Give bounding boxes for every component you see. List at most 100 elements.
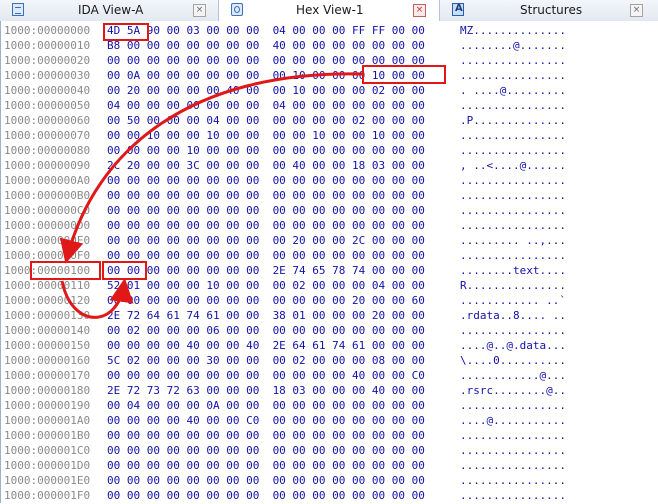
row-ascii[interactable]: ................ [460, 458, 566, 474]
hex-row[interactable]: 1000:000000B0 00 00 00 00 00 00 00 00 00 … [1, 188, 657, 204]
row-hex-bytes[interactable]: 00 00 00 00 00 00 00 00 00 00 00 00 00 0… [107, 428, 425, 444]
row-ascii[interactable]: MZ.............. [460, 23, 566, 39]
row-ascii[interactable]: ................ [460, 173, 566, 189]
row-hex-bytes[interactable]: 00 04 00 00 00 0A 00 00 00 00 00 00 00 0… [107, 398, 425, 414]
hex-row[interactable]: 1000:00000040 00 20 00 00 00 00 40 00 00 … [1, 83, 657, 99]
row-ascii[interactable]: ............ ..` [460, 293, 566, 309]
row-ascii[interactable]: ................ [460, 53, 566, 69]
row-ascii[interactable]: ....@........... [460, 413, 566, 429]
row-hex-bytes[interactable]: 00 00 00 00 00 00 00 00 00 00 00 00 00 0… [107, 173, 425, 189]
close-icon[interactable]: × [630, 4, 643, 17]
tab-ida-view-a[interactable]: IDA View-A × [0, 0, 219, 21]
row-hex-bytes[interactable]: 5C 02 00 00 00 30 00 00 00 02 00 00 00 0… [107, 353, 425, 369]
hex-row[interactable]: 1000:000001C0 00 00 00 00 00 00 00 00 00 … [1, 443, 657, 459]
hex-row[interactable]: 1000:00000000 4D 5A 90 00 03 00 00 00 04 … [1, 23, 657, 39]
hex-row[interactable]: 1000:000001B0 00 00 00 00 00 00 00 00 00 … [1, 428, 657, 444]
tab-hex-view-1[interactable]: Hex View-1 × [219, 0, 440, 22]
row-ascii[interactable]: ................ [460, 323, 566, 339]
hex-row[interactable]: 1000:000000C0 00 00 00 00 00 00 00 00 00 … [1, 203, 657, 219]
row-ascii[interactable]: .rsrc........@.. [460, 383, 566, 399]
row-hex-bytes[interactable]: 2E 72 73 72 63 00 00 00 18 03 00 00 00 4… [107, 383, 425, 399]
hex-row[interactable]: 1000:00000180 2E 72 73 72 63 00 00 00 18 … [1, 383, 657, 399]
hex-row[interactable]: 1000:000001F0 00 00 00 00 00 00 00 00 00 … [1, 488, 657, 504]
hex-row[interactable]: 1000:00000150 00 00 00 00 40 00 00 40 2E … [1, 338, 657, 354]
tab-structures[interactable]: Structures × [440, 0, 658, 21]
hex-row[interactable]: 1000:00000030 00 0A 00 00 00 00 00 00 00 … [1, 68, 657, 84]
row-hex-bytes[interactable]: 4D 5A 90 00 03 00 00 00 04 00 00 00 FF F… [107, 23, 425, 39]
close-icon[interactable]: × [193, 4, 206, 17]
row-ascii[interactable]: ........@....... [460, 38, 566, 54]
hex-view-icon [231, 3, 243, 16]
row-ascii[interactable]: . ....@......... [460, 83, 566, 99]
row-ascii[interactable]: ................ [460, 443, 566, 459]
row-hex-bytes[interactable]: 00 00 00 00 00 00 00 00 00 00 00 00 00 0… [107, 473, 425, 489]
row-address: 1000:000001D0 [4, 459, 91, 472]
hex-row[interactable]: 1000:000000A0 00 00 00 00 00 00 00 00 00 … [1, 173, 657, 189]
row-hex-bytes[interactable]: 00 00 00 00 00 00 00 00 00 00 00 00 00 0… [107, 458, 425, 474]
hex-row[interactable]: 1000:000000E0 00 00 00 00 00 00 00 00 00 … [1, 233, 657, 249]
row-ascii[interactable]: , ..<....@...... [460, 158, 566, 174]
hex-row[interactable]: 1000:000000D0 00 00 00 00 00 00 00 00 00 … [1, 218, 657, 234]
row-ascii[interactable]: ................ [460, 398, 566, 414]
row-hex-bytes[interactable]: 00 00 00 00 00 00 00 00 00 00 00 00 00 0… [107, 248, 425, 264]
row-ascii[interactable]: ................ [460, 68, 566, 84]
row-hex-bytes[interactable]: 00 00 00 00 40 00 00 40 2E 64 61 74 61 0… [107, 338, 425, 354]
row-ascii[interactable]: .P.............. [460, 113, 566, 129]
hex-row[interactable]: 1000:00000060 00 50 00 00 00 04 00 00 00 … [1, 113, 657, 129]
row-hex-bytes[interactable]: 00 00 00 00 40 00 00 C0 00 00 00 00 00 0… [107, 413, 425, 429]
row-hex-bytes[interactable]: B8 00 00 00 00 00 00 00 40 00 00 00 00 0… [107, 38, 425, 54]
hex-row[interactable]: 1000:00000120 00 00 00 00 00 00 00 00 00 … [1, 293, 657, 309]
row-ascii[interactable]: ................ [460, 488, 566, 504]
row-hex-bytes[interactable]: 00 20 00 00 00 00 40 00 00 10 00 00 00 0… [107, 83, 425, 99]
row-hex-bytes[interactable]: 00 00 00 00 00 00 00 00 00 00 00 00 00 0… [107, 203, 425, 219]
row-ascii[interactable]: ................ [460, 248, 566, 264]
close-icon[interactable]: × [413, 4, 426, 17]
row-ascii[interactable]: ................ [460, 218, 566, 234]
row-hex-bytes[interactable]: 2E 72 64 61 74 61 00 00 38 01 00 00 00 2… [107, 308, 425, 324]
hex-row[interactable]: 1000:000001E0 00 00 00 00 00 00 00 00 00 … [1, 473, 657, 489]
row-ascii[interactable]: ................ [460, 428, 566, 444]
row-ascii[interactable]: ........text.... [460, 263, 566, 279]
row-hex-bytes[interactable]: 00 50 00 00 00 04 00 00 00 00 00 00 02 0… [107, 113, 425, 129]
hex-row[interactable]: 1000:00000020 00 00 00 00 00 00 00 00 00 … [1, 53, 657, 69]
hex-row[interactable]: 1000:00000160 5C 02 00 00 00 30 00 00 00 … [1, 353, 657, 369]
row-ascii[interactable]: ............@... [460, 368, 566, 384]
row-ascii[interactable]: ....@..@.data... [460, 338, 566, 354]
row-ascii[interactable]: ................ [460, 188, 566, 204]
row-hex-bytes[interactable]: 00 00 10 00 00 10 00 00 00 00 10 00 00 1… [107, 128, 425, 144]
hex-row[interactable]: 1000:000001A0 00 00 00 00 40 00 00 C0 00 … [1, 413, 657, 429]
hex-row[interactable]: 1000:00000010 B8 00 00 00 00 00 00 00 40 … [1, 38, 657, 54]
row-ascii[interactable]: R............... [460, 278, 566, 294]
hex-row[interactable]: 1000:00000170 00 00 00 00 00 00 00 00 00 … [1, 368, 657, 384]
hex-row[interactable]: 1000:00000080 00 00 00 00 10 00 00 00 00 … [1, 143, 657, 159]
row-hex-bytes[interactable]: 00 00 00 00 00 00 00 00 00 00 00 00 00 0… [107, 218, 425, 234]
row-ascii[interactable]: ................ [460, 128, 566, 144]
row-ascii[interactable]: ......... ..,... [460, 233, 566, 249]
row-ascii[interactable]: .rdata..8.... .. [460, 308, 566, 324]
hex-row[interactable]: 1000:00000190 00 04 00 00 00 0A 00 00 00 … [1, 398, 657, 414]
row-ascii[interactable]: ................ [460, 203, 566, 219]
row-hex-bytes[interactable]: 00 00 00 00 00 00 00 00 00 00 00 00 00 0… [107, 443, 425, 459]
hex-row[interactable]: 1000:000001D0 00 00 00 00 00 00 00 00 00 … [1, 458, 657, 474]
row-ascii[interactable]: ................ [460, 98, 566, 114]
row-hex-bytes[interactable]: 00 00 00 00 00 00 00 00 00 00 00 00 40 0… [107, 368, 425, 384]
hex-row[interactable]: 1000:00000090 2C 20 00 00 3C 00 00 00 00 … [1, 158, 657, 174]
row-hex-bytes[interactable]: 00 00 00 00 00 00 00 00 00 00 00 00 00 0… [107, 188, 425, 204]
row-hex-bytes[interactable]: 2C 20 00 00 3C 00 00 00 00 40 00 00 18 0… [107, 158, 425, 174]
row-hex-bytes[interactable]: 00 00 00 00 00 00 00 00 2E 74 65 78 74 0… [107, 263, 425, 279]
row-hex-bytes[interactable]: 00 00 00 00 10 00 00 00 00 00 00 00 00 0… [107, 143, 425, 159]
hex-row[interactable]: 1000:00000050 04 00 00 00 00 00 00 00 04 … [1, 98, 657, 114]
row-hex-bytes[interactable]: 00 00 00 00 00 00 00 00 00 00 00 00 20 0… [107, 293, 425, 309]
hex-row[interactable]: 1000:00000130 2E 72 64 61 74 61 00 00 38 … [1, 308, 657, 324]
hex-row[interactable]: 1000:00000110 52 01 00 00 00 10 00 00 00 … [1, 278, 657, 294]
row-ascii[interactable]: ................ [460, 143, 566, 159]
row-ascii[interactable]: ................ [460, 473, 566, 489]
row-hex-bytes[interactable]: 00 00 00 00 00 00 00 00 00 00 00 00 00 0… [107, 488, 425, 504]
hex-row[interactable]: 1000:00000140 00 02 00 00 00 06 00 00 00 … [1, 323, 657, 339]
row-hex-bytes[interactable]: 52 01 00 00 00 10 00 00 00 02 00 00 00 0… [107, 278, 425, 294]
hex-row[interactable]: 1000:00000070 00 00 10 00 00 10 00 00 00 … [1, 128, 657, 144]
row-ascii[interactable]: \....0.......... [460, 353, 566, 369]
row-hex-bytes[interactable]: 04 00 00 00 00 00 00 00 04 00 00 00 00 0… [107, 98, 425, 114]
row-hex-bytes[interactable]: 00 00 00 00 00 00 00 00 00 20 00 00 2C 0… [107, 233, 425, 249]
row-hex-bytes[interactable]: 00 02 00 00 00 06 00 00 00 00 00 00 00 0… [107, 323, 425, 339]
